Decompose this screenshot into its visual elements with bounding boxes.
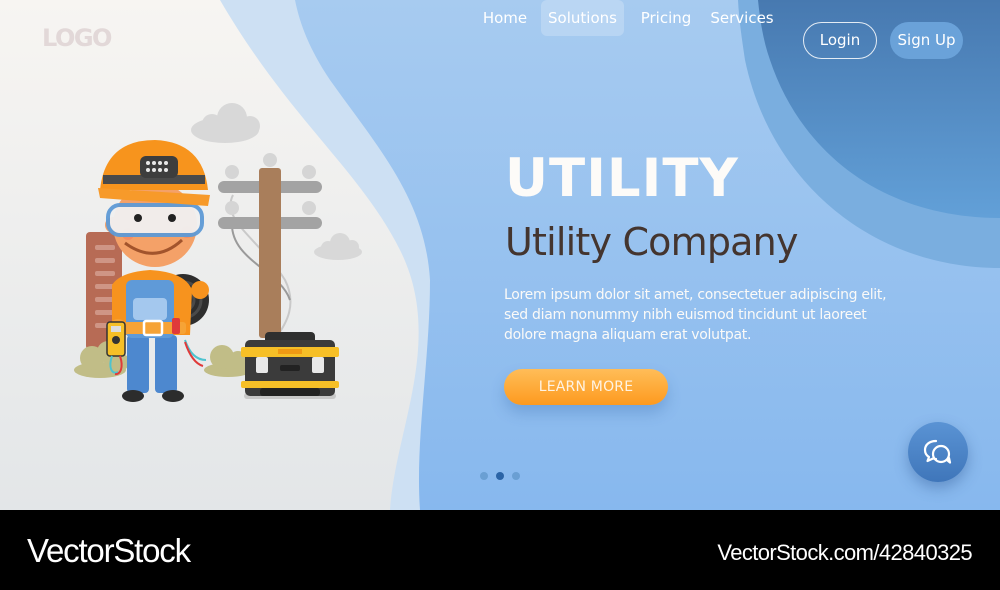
carousel-dot-3[interactable] bbox=[512, 472, 520, 480]
nav-pricing[interactable]: Pricing bbox=[633, 0, 699, 36]
nav-solutions[interactable]: Solutions bbox=[541, 0, 624, 36]
landing-page: LOGO Home Solutions Pricing Services Log… bbox=[0, 0, 1000, 510]
hero-title: UTILITY bbox=[505, 148, 739, 209]
watermark-bar: VectorStock VectorStock.com/42840325 bbox=[0, 510, 1000, 590]
carousel-dot-2-active[interactable] bbox=[496, 472, 504, 480]
toolbox-icon bbox=[241, 332, 339, 399]
logo[interactable]: LOGO bbox=[42, 24, 112, 52]
carousel-dot-1[interactable] bbox=[480, 472, 488, 480]
cloud-icon bbox=[191, 103, 260, 143]
learn-more-button[interactable]: LEARN MORE bbox=[504, 369, 668, 405]
hero-description: Lorem ipsum dolor sit amet, consectetuer… bbox=[504, 287, 887, 343]
nav-services[interactable]: Services bbox=[707, 0, 777, 36]
login-button[interactable]: Login bbox=[803, 22, 877, 59]
chat-bubbles-icon bbox=[923, 439, 952, 464]
worker-illustration bbox=[74, 103, 362, 402]
watermark-brand: VectorStock bbox=[27, 532, 191, 569]
cloud-icon bbox=[314, 233, 362, 260]
chat-button[interactable] bbox=[908, 422, 968, 482]
watermark-id: VectorStock.com/42840325 bbox=[717, 540, 972, 565]
hero-subtitle: Utility Company bbox=[505, 220, 798, 264]
nav-home[interactable]: Home bbox=[476, 0, 534, 36]
utility-pole-icon bbox=[218, 153, 322, 341]
signup-button[interactable]: Sign Up bbox=[890, 22, 963, 59]
